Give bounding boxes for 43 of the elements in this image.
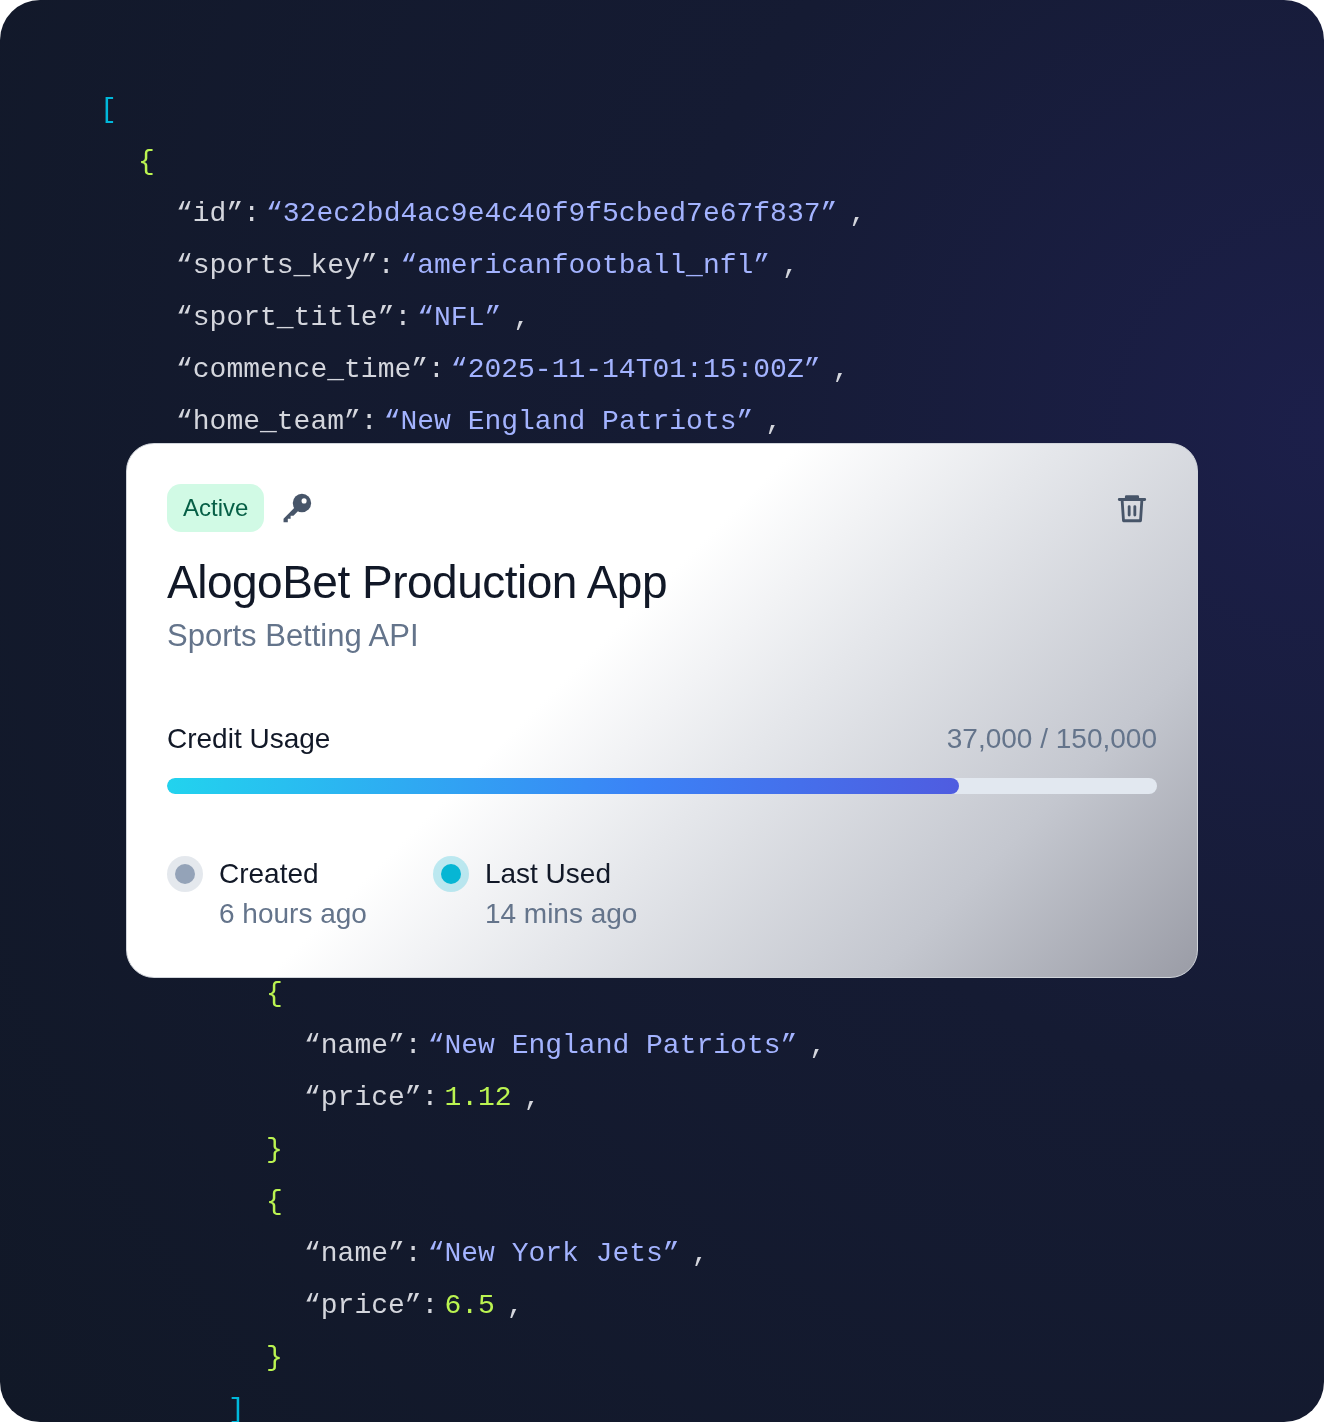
json-value: “New York Jets” [427, 1237, 680, 1271]
json-comma: , [523, 1081, 541, 1115]
json-key: “sport_title”: [176, 297, 412, 339]
json-comma: , [832, 353, 850, 387]
json-value: 6.5 [444, 1289, 495, 1323]
usage-label: Credit Usage [167, 722, 331, 756]
json-bracket: [ [100, 93, 117, 127]
usage-reading: 37,000 / 150,000 [946, 722, 1157, 756]
json-value: “32ec2bd4ac9e4c40f9f5cbed7e67f837” [266, 197, 838, 231]
json-key: “name”: [304, 1025, 422, 1067]
time-label: Last Used [484, 857, 612, 891]
json-value: 1.12 [444, 1081, 512, 1115]
time-value: 14 mins ago [484, 897, 638, 931]
json-value: “2025-11-14T01:15:00Z” [450, 353, 821, 387]
json-value: “americanfootball_nfl” [400, 249, 771, 283]
json-comma: , [782, 249, 799, 283]
json-key: “price”: [304, 1077, 439, 1119]
time-label: Created [219, 857, 320, 891]
json-comma: , [691, 1237, 709, 1271]
json-bracket: ] [228, 1393, 245, 1422]
app-subtitle: Sports Betting API [167, 617, 420, 655]
json-brace: { [266, 977, 283, 1011]
json-key: “sports_key”: [176, 245, 395, 287]
app-title: AlogoBet Production App [167, 555, 668, 610]
json-key: “id”: [176, 193, 260, 235]
json-key: “name”: [304, 1233, 422, 1275]
json-brace: { [266, 1185, 283, 1219]
json-brace: } [266, 1341, 283, 1375]
json-comma: , [809, 1029, 827, 1063]
json-key: “price”: [304, 1285, 439, 1327]
json-comma: , [506, 1289, 524, 1323]
time-value: 6 hours ago [219, 897, 367, 931]
status-badge: Active [167, 484, 265, 532]
json-value: “New England Patriots” [427, 1029, 798, 1063]
json-comma: , [849, 197, 867, 231]
json-brace: } [266, 1133, 283, 1167]
json-comma: , [513, 301, 531, 335]
json-key: “commence_time”: [176, 349, 445, 391]
json-comma: , [765, 405, 783, 439]
json-key: “home_team”: [176, 401, 378, 443]
json-value: “New England Patriots” [383, 405, 754, 439]
json-brace: { [138, 145, 155, 179]
json-value: “NFL” [417, 301, 502, 335]
